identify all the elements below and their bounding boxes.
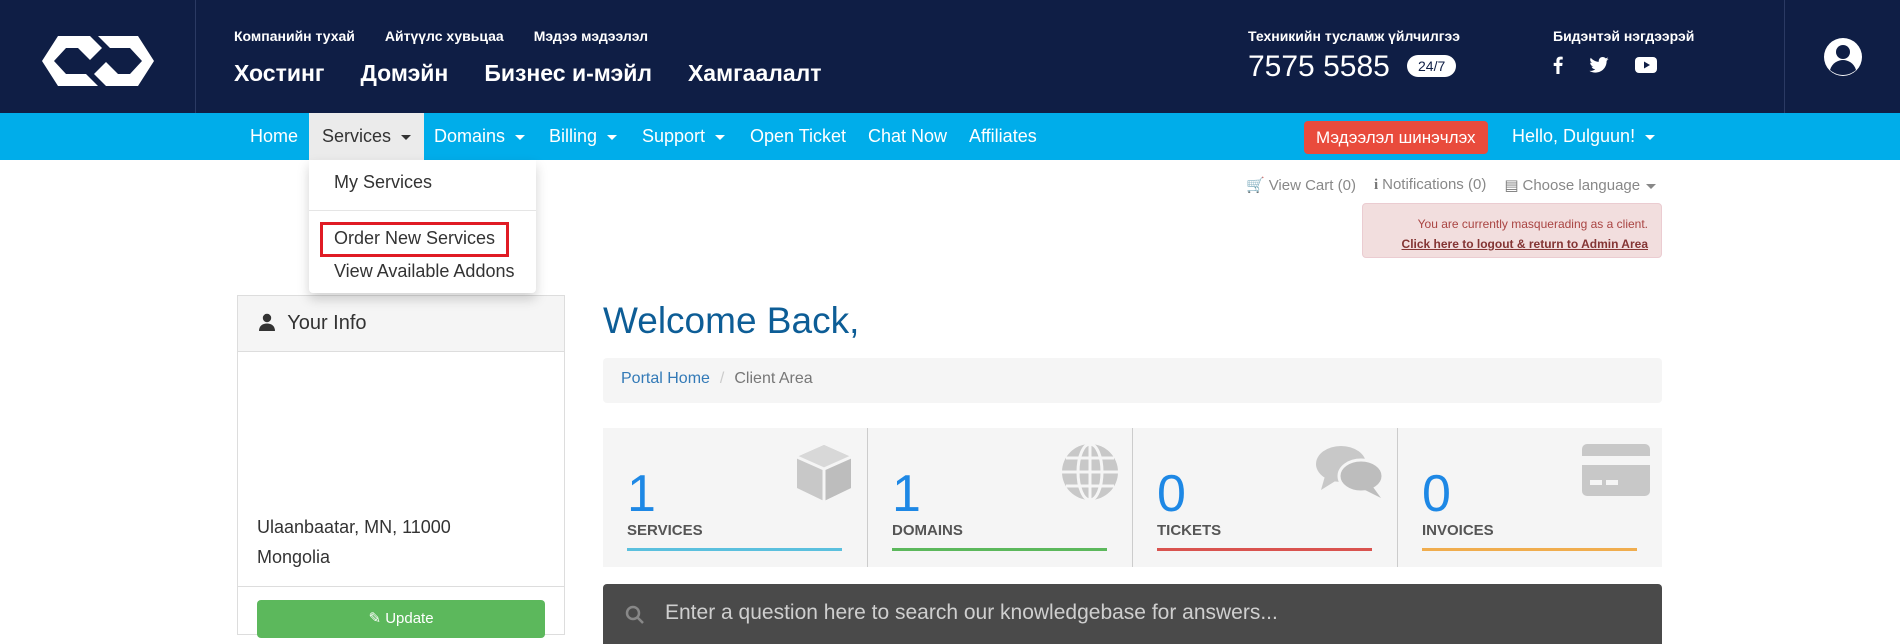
invoices-count: 0 <box>1422 465 1451 523</box>
update-info-nav-button[interactable]: Мэдээлэл шинэчлэх <box>1304 121 1488 154</box>
user-account-button[interactable] <box>1784 0 1900 113</box>
your-info-title: Your Info <box>287 312 367 334</box>
view-cart-link[interactable]: 🛒 View Cart (0) <box>1246 176 1356 194</box>
chevron-down-icon <box>515 134 526 140</box>
breadcrumb-portal-home[interactable]: Portal Home <box>621 370 710 387</box>
your-info-header: Your Info <box>238 296 564 352</box>
nav-chat-now[interactable]: Chat Now <box>855 113 960 160</box>
support-label: Техникийн тусламж үйлчилгээ <box>1248 28 1461 44</box>
top-link-domain[interactable]: Домэйн <box>360 60 448 87</box>
user-avatar-icon <box>1824 38 1862 76</box>
chevron-down-icon <box>607 134 618 140</box>
user-icon <box>259 313 275 331</box>
tickets-label: TICKETS <box>1157 522 1222 539</box>
services-count: 1 <box>627 465 656 523</box>
chevron-down-icon <box>1645 134 1656 140</box>
menu-item-my-services[interactable]: My Services <box>334 172 432 193</box>
menu-item-order-new-services[interactable]: Order New Services <box>334 228 495 249</box>
address-country: Mongolia <box>257 547 331 567</box>
social-label: Бидэнтэй нэгдээрэй <box>1553 28 1695 44</box>
stats-tiles: 1 SERVICES 1 DOMAINS 0 TICKETS 0 INVOICE… <box>603 428 1662 567</box>
masquerade-text: You are currently masquerading as a clie… <box>1417 217 1648 231</box>
user-menu[interactable]: Hello, Dulguun! <box>1512 113 1656 160</box>
nav-billing[interactable]: Billing <box>536 113 630 160</box>
facebook-icon[interactable] <box>1553 56 1563 74</box>
top-link-about[interactable]: Компанийн тухай <box>234 28 355 44</box>
twitter-icon[interactable] <box>1589 57 1609 73</box>
chevron-down-icon <box>715 134 726 140</box>
services-dropdown-menu: My Services Order New Services View Avai… <box>309 160 536 293</box>
search-icon <box>625 605 644 624</box>
breadcrumb: Portal Home / Client Area <box>603 358 1662 403</box>
top-link-hosting[interactable]: Хостинг <box>234 60 324 87</box>
support-phone[interactable]: 7575 5585 <box>1248 50 1390 84</box>
address-city-line: Ulaanbaatar, MN, 11000 <box>257 517 451 537</box>
invoices-label: INVOICES <box>1422 522 1494 539</box>
nav-services[interactable]: Services <box>309 113 425 160</box>
tile-tickets[interactable]: 0 TICKETS <box>1133 428 1398 567</box>
tickets-bar <box>1157 548 1372 551</box>
invoices-bar <box>1422 548 1637 551</box>
cart-icon: 🛒 <box>1246 177 1265 194</box>
notifications-link[interactable]: i Notifications (0) <box>1374 176 1486 194</box>
your-info-panel: Your Info Ulaanbaatar, MN, 11000 Mongoli… <box>237 295 565 638</box>
info-icon: i <box>1373 177 1379 193</box>
pencil-icon: ✎ <box>368 610 382 627</box>
youtube-icon[interactable] <box>1635 57 1657 73</box>
credit-card-icon <box>1582 444 1650 496</box>
tickets-count: 0 <box>1157 465 1186 523</box>
chevron-down-icon <box>401 134 412 140</box>
nav-home[interactable]: Home <box>237 113 311 160</box>
services-bar <box>627 548 842 551</box>
nav-domains[interactable]: Domains <box>421 113 538 160</box>
nav-open-ticket[interactable]: Open Ticket <box>737 113 859 160</box>
comments-icon <box>1316 446 1385 498</box>
chevron-down-icon <box>1646 183 1657 189</box>
language-icon: ▤ <box>1504 177 1519 194</box>
page-title: Welcome Back, <box>603 300 860 341</box>
domains-label: DOMAINS <box>892 522 963 539</box>
logo-icon <box>42 36 154 86</box>
support-247-badge: 24/7 <box>1407 55 1457 77</box>
top-link-shares[interactable]: Айтүүлс хувьцаа <box>385 28 504 44</box>
tile-invoices[interactable]: 0 INVOICES <box>1398 428 1663 567</box>
choose-language-dropdown[interactable]: ▤ Choose language <box>1504 176 1657 194</box>
top-link-news[interactable]: Мэдээ мэдээлэл <box>534 28 648 44</box>
logout-admin-link[interactable]: Click here to logout & return to Admin A… <box>1402 237 1648 251</box>
top-link-business-email[interactable]: Бизнес и-мэйл <box>484 60 652 87</box>
nav-affiliates[interactable]: Affiliates <box>956 113 1050 160</box>
update-info-button[interactable]: ✎ Update <box>257 600 545 638</box>
top-link-security[interactable]: Хамгаалалт <box>688 60 822 87</box>
cube-icon <box>796 445 852 501</box>
logo[interactable] <box>0 0 196 113</box>
menu-divider <box>309 210 536 211</box>
masquerade-alert: You are currently masquerading as a clie… <box>1362 203 1662 258</box>
top-header: Компанийн тухай Айтүүлс хувьцаа Мэдээ мэ… <box>0 0 1900 113</box>
knowledgebase-search-input[interactable]: Enter a question here to search our know… <box>603 584 1662 644</box>
menu-item-view-available-addons[interactable]: View Available Addons <box>334 261 514 282</box>
tile-services[interactable]: 1 SERVICES <box>603 428 868 567</box>
divider <box>238 586 564 587</box>
breadcrumb-current: Client Area <box>734 370 813 387</box>
nav-support[interactable]: Support <box>629 113 738 160</box>
domains-count: 1 <box>892 465 921 523</box>
domains-bar <box>892 548 1107 551</box>
services-label: SERVICES <box>627 522 703 539</box>
tile-domains[interactable]: 1 DOMAINS <box>868 428 1133 567</box>
globe-icon <box>1062 442 1118 502</box>
knowledgebase-search-placeholder: Enter a question here to search our know… <box>665 601 1278 624</box>
